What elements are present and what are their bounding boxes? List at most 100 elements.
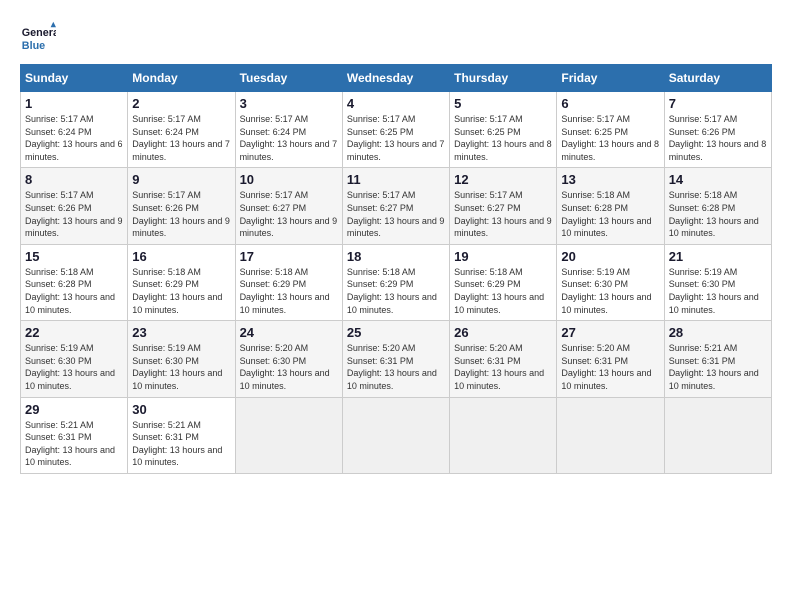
day-number: 18 — [347, 249, 445, 264]
day-number: 23 — [132, 325, 230, 340]
day-number: 26 — [454, 325, 552, 340]
day-number: 7 — [669, 96, 767, 111]
calendar-cell: 11 Sunrise: 5:17 AMSunset: 6:27 PMDayligh… — [342, 168, 449, 244]
day-number: 10 — [240, 172, 338, 187]
calendar-cell — [235, 397, 342, 473]
day-number: 25 — [347, 325, 445, 340]
calendar: SundayMondayTuesdayWednesdayThursdayFrid… — [20, 64, 772, 474]
day-info: Sunrise: 5:20 AMSunset: 6:31 PMDaylight:… — [347, 342, 445, 392]
calendar-cell: 12 Sunrise: 5:17 AMSunset: 6:27 PMDayligh… — [450, 168, 557, 244]
calendar-cell: 23Sunrise: 5:19 AMSunset: 6:30 PMDayligh… — [128, 321, 235, 397]
day-info: Sunrise: 5:17 AMSunset: 6:27 PMDaylight:… — [454, 189, 552, 239]
day-info: Sunrise: 5:20 AMSunset: 6:30 PMDaylight:… — [240, 342, 338, 392]
day-info: Sunrise: 5:17 AMSunset: 6:26 PMDaylight:… — [669, 113, 767, 163]
calendar-row-0: 1 Sunrise: 5:17 AMSunset: 6:24 PMDaylight… — [21, 92, 772, 168]
calendar-cell: 15 Sunrise: 5:18 AMSunset: 6:28 PMDayligh… — [21, 244, 128, 320]
calendar-cell: 20 Sunrise: 5:19 AMSunset: 6:30 PMDayligh… — [557, 244, 664, 320]
calendar-cell: 5 Sunrise: 5:17 AMSunset: 6:25 PMDaylight… — [450, 92, 557, 168]
calendar-row-4: 29 Sunrise: 5:21 AMSunset: 6:31 PMDayligh… — [21, 397, 772, 473]
col-header-tuesday: Tuesday — [235, 65, 342, 92]
logo-icon: General Blue — [20, 20, 56, 56]
calendar-cell: 27 Sunrise: 5:20 AMSunset: 6:31 PMDayligh… — [557, 321, 664, 397]
day-info: Sunrise: 5:18 AMSunset: 6:29 PMDaylight:… — [347, 266, 445, 316]
calendar-cell — [342, 397, 449, 473]
day-number: 4 — [347, 96, 445, 111]
calendar-cell: 4 Sunrise: 5:17 AMSunset: 6:25 PMDaylight… — [342, 92, 449, 168]
calendar-cell: 16Sunrise: 5:18 AMSunset: 6:29 PMDayligh… — [128, 244, 235, 320]
day-info: Sunrise: 5:20 AMSunset: 6:31 PMDaylight:… — [561, 342, 659, 392]
day-info: Sunrise: 5:18 AMSunset: 6:28 PMDaylight:… — [25, 266, 123, 316]
day-number: 29 — [25, 402, 123, 417]
day-number: 28 — [669, 325, 767, 340]
day-number: 20 — [561, 249, 659, 264]
day-number: 8 — [25, 172, 123, 187]
calendar-cell — [450, 397, 557, 473]
day-number: 3 — [240, 96, 338, 111]
day-info: Sunrise: 5:17 AMSunset: 6:27 PMDaylight:… — [347, 189, 445, 239]
day-info: Sunrise: 5:17 AMSunset: 6:24 PMDaylight:… — [25, 113, 123, 163]
day-info: Sunrise: 5:17 AMSunset: 6:25 PMDaylight:… — [454, 113, 552, 163]
calendar-cell: 29Sunrise: 5:21 AMSunset: 6:31 PMDayligh… — [21, 397, 128, 473]
day-number: 9 — [132, 172, 230, 187]
calendar-cell: 21 Sunrise: 5:19 AMSunset: 6:30 PMDayligh… — [664, 244, 771, 320]
day-info: Sunrise: 5:17 AMSunset: 6:25 PMDaylight:… — [561, 113, 659, 163]
col-header-saturday: Saturday — [664, 65, 771, 92]
calendar-cell: 22 Sunrise: 5:19 AMSunset: 6:30 PMDayligh… — [21, 321, 128, 397]
calendar-cell: 8 Sunrise: 5:17 AMSunset: 6:26 PMDaylight… — [21, 168, 128, 244]
calendar-cell: 14 Sunrise: 5:18 AMSunset: 6:28 PMDayligh… — [664, 168, 771, 244]
calendar-cell — [664, 397, 771, 473]
day-info: Sunrise: 5:17 AMSunset: 6:26 PMDaylight:… — [25, 189, 123, 239]
calendar-cell: 19Sunrise: 5:18 AMSunset: 6:29 PMDayligh… — [450, 244, 557, 320]
day-info: Sunrise: 5:18 AMSunset: 6:28 PMDaylight:… — [561, 189, 659, 239]
calendar-row-3: 22 Sunrise: 5:19 AMSunset: 6:30 PMDayligh… — [21, 321, 772, 397]
col-header-monday: Monday — [128, 65, 235, 92]
calendar-cell: 18 Sunrise: 5:18 AMSunset: 6:29 PMDayligh… — [342, 244, 449, 320]
day-info: Sunrise: 5:18 AMSunset: 6:29 PMDaylight:… — [454, 266, 552, 316]
calendar-cell: 7 Sunrise: 5:17 AMSunset: 6:26 PMDaylight… — [664, 92, 771, 168]
calendar-cell: 30 Sunrise: 5:21 AMSunset: 6:31 PMDayligh… — [128, 397, 235, 473]
calendar-cell: 17Sunrise: 5:18 AMSunset: 6:29 PMDayligh… — [235, 244, 342, 320]
col-header-thursday: Thursday — [450, 65, 557, 92]
day-number: 30 — [132, 402, 230, 417]
day-number: 22 — [25, 325, 123, 340]
day-info: Sunrise: 5:19 AMSunset: 6:30 PMDaylight:… — [561, 266, 659, 316]
calendar-header-row: SundayMondayTuesdayWednesdayThursdayFrid… — [21, 65, 772, 92]
calendar-cell: 9 Sunrise: 5:17 AMSunset: 6:26 PMDaylight… — [128, 168, 235, 244]
day-info: Sunrise: 5:17 AMSunset: 6:26 PMDaylight:… — [132, 189, 230, 239]
calendar-cell: 24Sunrise: 5:20 AMSunset: 6:30 PMDayligh… — [235, 321, 342, 397]
day-number: 6 — [561, 96, 659, 111]
day-number: 12 — [454, 172, 552, 187]
day-info: Sunrise: 5:21 AMSunset: 6:31 PMDaylight:… — [669, 342, 767, 392]
day-info: Sunrise: 5:21 AMSunset: 6:31 PMDaylight:… — [132, 419, 230, 469]
day-number: 27 — [561, 325, 659, 340]
day-number: 17 — [240, 249, 338, 264]
svg-text:Blue: Blue — [22, 40, 45, 52]
day-number: 14 — [669, 172, 767, 187]
day-number: 16 — [132, 249, 230, 264]
day-number: 5 — [454, 96, 552, 111]
day-info: Sunrise: 5:19 AMSunset: 6:30 PMDaylight:… — [669, 266, 767, 316]
day-info: Sunrise: 5:17 AMSunset: 6:24 PMDaylight:… — [240, 113, 338, 163]
col-header-wednesday: Wednesday — [342, 65, 449, 92]
day-info: Sunrise: 5:18 AMSunset: 6:28 PMDaylight:… — [669, 189, 767, 239]
day-number: 13 — [561, 172, 659, 187]
day-number: 2 — [132, 96, 230, 111]
day-number: 11 — [347, 172, 445, 187]
calendar-cell: 2 Sunrise: 5:17 AMSunset: 6:24 PMDaylight… — [128, 92, 235, 168]
calendar-cell: 28 Sunrise: 5:21 AMSunset: 6:31 PMDayligh… — [664, 321, 771, 397]
day-info: Sunrise: 5:19 AMSunset: 6:30 PMDaylight:… — [25, 342, 123, 392]
day-info: Sunrise: 5:17 AMSunset: 6:24 PMDaylight:… — [132, 113, 230, 163]
calendar-cell: 10 Sunrise: 5:17 AMSunset: 6:27 PMDayligh… — [235, 168, 342, 244]
day-number: 1 — [25, 96, 123, 111]
day-info: Sunrise: 5:17 AMSunset: 6:27 PMDaylight:… — [240, 189, 338, 239]
header: General Blue — [20, 20, 772, 56]
calendar-cell: 3 Sunrise: 5:17 AMSunset: 6:24 PMDaylight… — [235, 92, 342, 168]
day-number: 15 — [25, 249, 123, 264]
day-info: Sunrise: 5:17 AMSunset: 6:25 PMDaylight:… — [347, 113, 445, 163]
col-header-sunday: Sunday — [21, 65, 128, 92]
calendar-cell: 1 Sunrise: 5:17 AMSunset: 6:24 PMDaylight… — [21, 92, 128, 168]
calendar-cell — [557, 397, 664, 473]
day-info: Sunrise: 5:20 AMSunset: 6:31 PMDaylight:… — [454, 342, 552, 392]
day-number: 21 — [669, 249, 767, 264]
calendar-cell: 26 Sunrise: 5:20 AMSunset: 6:31 PMDayligh… — [450, 321, 557, 397]
